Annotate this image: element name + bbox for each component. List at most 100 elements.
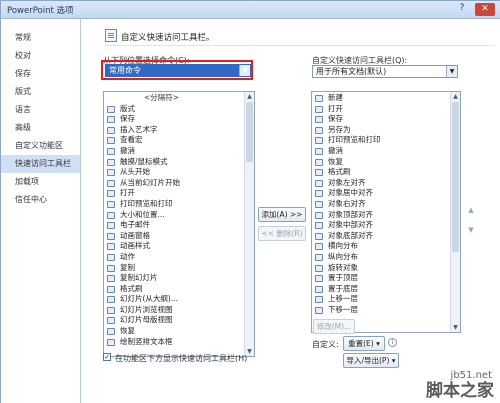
- list-item-label: 保存: [328, 114, 343, 124]
- nav-item[interactable]: 加载项: [1, 173, 80, 191]
- list-item[interactable]: 下移一层: [312, 305, 460, 316]
- help-icon[interactable]: ?: [455, 3, 469, 16]
- available-commands-list[interactable]: <分隔符> 版式▶保存插入艺术字▶查看宏撤消▶触摸/鼠标模式▶从头开始从当前幻灯片…: [103, 91, 255, 357]
- command-icon: [315, 169, 323, 177]
- list-item[interactable]: 从当前幻灯片开始: [104, 178, 254, 189]
- list-item-label: 对象左对齐: [328, 177, 366, 187]
- move-up-button[interactable]: ▲: [465, 204, 477, 216]
- close-button[interactable]: ✕: [475, 3, 495, 16]
- list-item[interactable]: 对象中部对齐: [312, 220, 460, 231]
- list-item[interactable]: 撤消▶: [312, 146, 460, 157]
- list-item-label: 新建: [328, 93, 343, 102]
- command-icon: [315, 200, 323, 208]
- list-item[interactable]: 电子邮件: [104, 220, 254, 231]
- list-item[interactable]: 对象顶部对齐: [312, 210, 460, 221]
- list-item[interactable]: 动画窗格: [104, 231, 254, 242]
- list-item-label: 另存为: [328, 124, 351, 134]
- list-item[interactable]: 对象左对齐: [312, 178, 460, 189]
- list-item[interactable]: <分隔符>: [104, 93, 254, 104]
- scroll-thumb[interactable]: [452, 102, 459, 252]
- list-item[interactable]: 置于底层: [312, 284, 460, 295]
- command-icon: [315, 211, 323, 219]
- list-item[interactable]: 保存: [104, 114, 254, 125]
- command-icon: [107, 243, 115, 251]
- list-item[interactable]: 撤消▶: [104, 146, 254, 157]
- list-item[interactable]: 幻灯片(从大纲)...: [104, 294, 254, 305]
- list-item[interactable]: 查看宏: [104, 135, 254, 146]
- list-item[interactable]: 打印预览和打印: [312, 135, 460, 146]
- move-down-button[interactable]: ▼: [465, 224, 477, 236]
- left-list-scrollbar[interactable]: ▲ ▼: [244, 92, 254, 356]
- quick-access-commands-list[interactable]: 新建打开保存另存为打印预览和打印撤消▶恢复格式刷对象左对齐对象居中对齐对象右对齐…: [311, 91, 461, 333]
- scroll-down-icon[interactable]: ▼: [451, 323, 460, 332]
- nav-item[interactable]: 快速访问工具栏: [1, 155, 80, 173]
- nav-item[interactable]: 自定义功能区: [1, 137, 80, 155]
- list-item[interactable]: 动画样式▶: [104, 241, 254, 252]
- list-item[interactable]: 旋转对象▶: [312, 263, 460, 274]
- list-item[interactable]: 格式刷: [104, 284, 254, 295]
- command-icon: [107, 179, 115, 187]
- watermark-brand: 脚本之家: [426, 381, 494, 401]
- list-item-label: 打开: [120, 188, 135, 198]
- command-icon: [315, 179, 323, 187]
- scroll-up-icon[interactable]: ▲: [451, 92, 460, 101]
- nav-item[interactable]: 校对: [1, 47, 80, 65]
- list-item[interactable]: 幻灯片母版视图: [104, 315, 254, 326]
- list-item[interactable]: 恢复: [312, 157, 460, 168]
- list-item-label: 对象居中对齐: [328, 188, 373, 198]
- customize-for-dropdown[interactable]: 用于所有文档(默认) ▼: [312, 65, 458, 78]
- list-item[interactable]: 打印预览和打印: [104, 199, 254, 210]
- window-title: PowerPoint 选项: [7, 6, 74, 16]
- nav-item[interactable]: 语言: [1, 101, 80, 119]
- list-item[interactable]: 绘制竖排文本框: [104, 337, 254, 348]
- list-item[interactable]: 另存为: [312, 125, 460, 136]
- list-item-label: 电子邮件: [120, 220, 150, 230]
- list-item[interactable]: 复制幻灯片: [104, 273, 254, 284]
- list-item-label: 对象底部对齐: [328, 230, 373, 240]
- list-item[interactable]: 纵向分布: [312, 252, 460, 263]
- list-item[interactable]: 保存: [312, 114, 460, 125]
- nav-item[interactable]: 版式: [1, 83, 80, 101]
- list-item[interactable]: 打开: [312, 104, 460, 115]
- list-item[interactable]: 置于顶层: [312, 273, 460, 284]
- list-item-label: 格式刷: [120, 283, 143, 293]
- list-item[interactable]: 从头开始: [104, 167, 254, 178]
- nav-item[interactable]: 保存: [1, 65, 80, 83]
- list-item[interactable]: 对象底部对齐: [312, 231, 460, 242]
- list-item-label: 动作: [120, 251, 135, 261]
- list-item[interactable]: 新建: [312, 93, 460, 104]
- list-item[interactable]: 恢复: [104, 326, 254, 337]
- import-export-button[interactable]: 导入/导出(P) ▾: [343, 353, 399, 368]
- remove-button[interactable]: << 删除(R): [258, 226, 306, 241]
- list-item[interactable]: 版式▶: [104, 104, 254, 115]
- list-item[interactable]: 格式刷: [312, 167, 460, 178]
- list-item-label: 恢复: [120, 326, 135, 336]
- modify-button[interactable]: 修改(M)...: [313, 319, 355, 334]
- command-icon: [315, 232, 323, 240]
- list-item[interactable]: 对象居中对齐: [312, 188, 460, 199]
- list-item[interactable]: 打开: [104, 188, 254, 199]
- right-list-scrollbar[interactable]: ▲ ▼: [450, 92, 460, 332]
- nav-item[interactable]: 常规: [1, 29, 80, 47]
- list-item[interactable]: 复制: [104, 263, 254, 274]
- scroll-thumb[interactable]: [246, 102, 253, 162]
- list-item[interactable]: 幻灯片浏览视图: [104, 305, 254, 316]
- info-icon: i: [388, 338, 397, 347]
- list-item[interactable]: 横向分布: [312, 241, 460, 252]
- list-item[interactable]: 对象右对齐: [312, 199, 460, 210]
- scroll-up-icon[interactable]: ▲: [245, 92, 254, 101]
- list-item[interactable]: 上移一层: [312, 294, 460, 305]
- command-icon: [315, 243, 323, 251]
- list-item-label: 打印预览和打印: [328, 135, 381, 145]
- nav-item[interactable]: 信任中心: [1, 191, 80, 209]
- list-item-label: 大小和位置...: [120, 209, 165, 219]
- list-item[interactable]: 大小和位置...: [104, 210, 254, 221]
- nav-item[interactable]: 高级: [1, 119, 80, 137]
- list-item-label: 下移一层: [328, 304, 358, 314]
- show-below-ribbon-checkbox[interactable]: ✓: [103, 353, 111, 361]
- list-item[interactable]: 触摸/鼠标模式▶: [104, 157, 254, 168]
- list-item[interactable]: 动作: [104, 252, 254, 263]
- list-item[interactable]: 插入艺术字▶: [104, 125, 254, 136]
- reset-button[interactable]: 重置(E) ▾: [343, 336, 385, 351]
- add-button[interactable]: 添加(A) >>: [258, 207, 306, 222]
